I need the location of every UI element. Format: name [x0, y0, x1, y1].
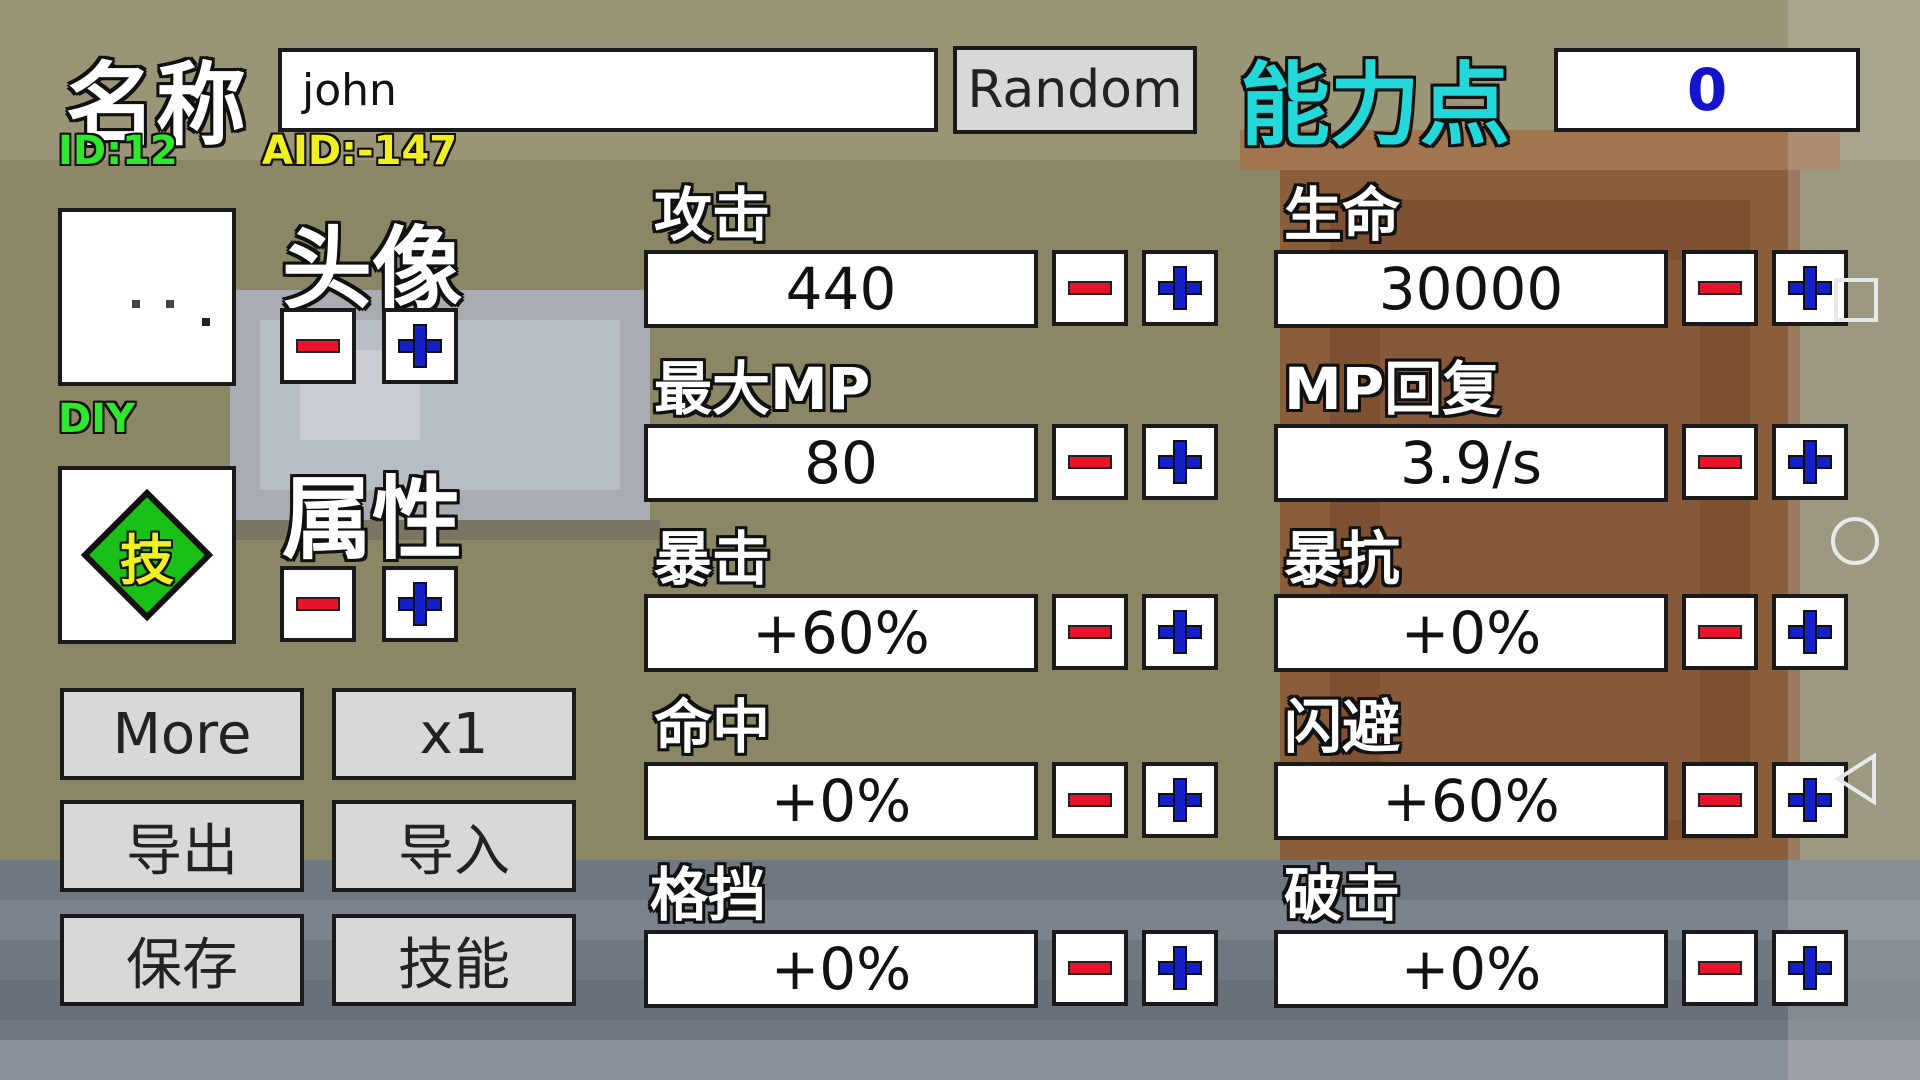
attribute-plus-button[interactable] — [382, 566, 458, 642]
minus-icon — [1698, 455, 1742, 469]
plus-icon — [1788, 778, 1832, 822]
dodge-minus-button[interactable] — [1682, 762, 1758, 838]
hp-minus-button[interactable] — [1682, 250, 1758, 326]
multiplier-button[interactable]: x1 — [332, 688, 576, 780]
stat-value-dodge: +60% — [1274, 762, 1668, 840]
plus-icon — [1158, 440, 1202, 484]
stat-label-dodge: 闪避 — [1284, 693, 1401, 761]
stat-label-crit-resist: 暴抗 — [1284, 525, 1401, 593]
plus-icon — [1158, 778, 1202, 822]
crit-plus-button[interactable] — [1142, 594, 1218, 670]
block-minus-button[interactable] — [1052, 930, 1128, 1006]
minus-icon — [1068, 961, 1112, 975]
stat-value-hit: +0% — [644, 762, 1038, 840]
stat-value-crit: +60% — [644, 594, 1038, 672]
avatar-pixel — [202, 318, 210, 326]
plus-icon — [1788, 440, 1832, 484]
plus-icon — [398, 582, 442, 626]
attack-plus-button[interactable] — [1142, 250, 1218, 326]
name-input[interactable]: john — [278, 48, 938, 132]
plus-icon — [1788, 610, 1832, 654]
attribute-label: 属性 — [282, 467, 462, 572]
stat-value-pierce: +0% — [1274, 930, 1668, 1008]
avatar-preview[interactable] — [58, 208, 236, 386]
plus-icon — [398, 324, 442, 368]
stat-label-block: 格挡 — [650, 861, 767, 929]
crit-resist-minus-button[interactable] — [1682, 594, 1758, 670]
plus-icon — [1158, 610, 1202, 654]
avatar-plus-button[interactable] — [382, 308, 458, 384]
stat-value-attack: 440 — [644, 250, 1038, 328]
stat-value-block: +0% — [644, 930, 1038, 1008]
stat-value-hp: 30000 — [1274, 250, 1668, 328]
minus-icon — [1698, 281, 1742, 295]
mp-regen-minus-button[interactable] — [1682, 424, 1758, 500]
max-mp-plus-button[interactable] — [1142, 424, 1218, 500]
attribute-minus-button[interactable] — [280, 566, 356, 642]
crit-minus-button[interactable] — [1052, 594, 1128, 670]
stat-value-max-mp: 80 — [644, 424, 1038, 502]
stat-label-crit: 暴击 — [654, 525, 771, 593]
minus-icon — [1068, 625, 1112, 639]
attribute-badge-text: 技 — [120, 528, 174, 592]
stat-label-hit: 命中 — [654, 693, 771, 761]
skills-button[interactable]: 技能 — [332, 914, 576, 1006]
export-button[interactable]: 导出 — [60, 800, 304, 892]
avatar-minus-button[interactable] — [280, 308, 356, 384]
stat-label-attack: 攻击 — [654, 181, 771, 249]
pierce-plus-button[interactable] — [1772, 930, 1848, 1006]
attribute-preview[interactable]: 技 — [58, 466, 236, 644]
more-button[interactable]: More — [60, 688, 304, 780]
minus-icon — [1698, 961, 1742, 975]
home-icon[interactable] — [1828, 514, 1882, 568]
stat-label-mp-regen: MP回复 — [1284, 355, 1501, 423]
avatar-pixel — [166, 300, 174, 308]
stat-value-crit-resist: +0% — [1274, 594, 1668, 672]
minus-icon — [296, 597, 340, 611]
stat-label-max-mp: 最大MP — [654, 355, 871, 423]
crit-resist-plus-button[interactable] — [1772, 594, 1848, 670]
minus-icon — [1068, 455, 1112, 469]
stat-value-mp-regen: 3.9/s — [1274, 424, 1668, 502]
pierce-minus-button[interactable] — [1682, 930, 1758, 1006]
back-icon[interactable] — [1832, 752, 1880, 806]
plus-icon — [1788, 946, 1832, 990]
ability-points-value: 0 — [1554, 48, 1860, 132]
minus-icon — [296, 339, 340, 353]
random-name-button[interactable]: Random — [953, 46, 1197, 134]
plus-icon — [1788, 266, 1832, 310]
block-plus-button[interactable] — [1142, 930, 1218, 1006]
stat-label-hp: 生命 — [1284, 181, 1401, 249]
minus-icon — [1068, 793, 1112, 807]
hit-plus-button[interactable] — [1142, 762, 1218, 838]
avatar-pixel — [132, 300, 140, 308]
plus-icon — [1158, 266, 1202, 310]
id-text: ID:12 — [58, 128, 178, 174]
aid-text: AID:-147 — [262, 128, 458, 174]
minus-icon — [1698, 793, 1742, 807]
ability-points-label: 能力点 — [1240, 53, 1510, 158]
minus-icon — [1068, 281, 1112, 295]
stat-label-pierce: 破击 — [1284, 861, 1401, 929]
import-button[interactable]: 导入 — [332, 800, 576, 892]
minus-icon — [1698, 625, 1742, 639]
save-button[interactable]: 保存 — [60, 914, 304, 1006]
max-mp-minus-button[interactable] — [1052, 424, 1128, 500]
attack-minus-button[interactable] — [1052, 250, 1128, 326]
diy-text: DIY — [58, 396, 136, 442]
avatar-label: 头像 — [282, 217, 462, 322]
plus-icon — [1158, 946, 1202, 990]
mp-regen-plus-button[interactable] — [1772, 424, 1848, 500]
recent-apps-icon[interactable] — [1832, 276, 1880, 324]
hit-minus-button[interactable] — [1052, 762, 1128, 838]
